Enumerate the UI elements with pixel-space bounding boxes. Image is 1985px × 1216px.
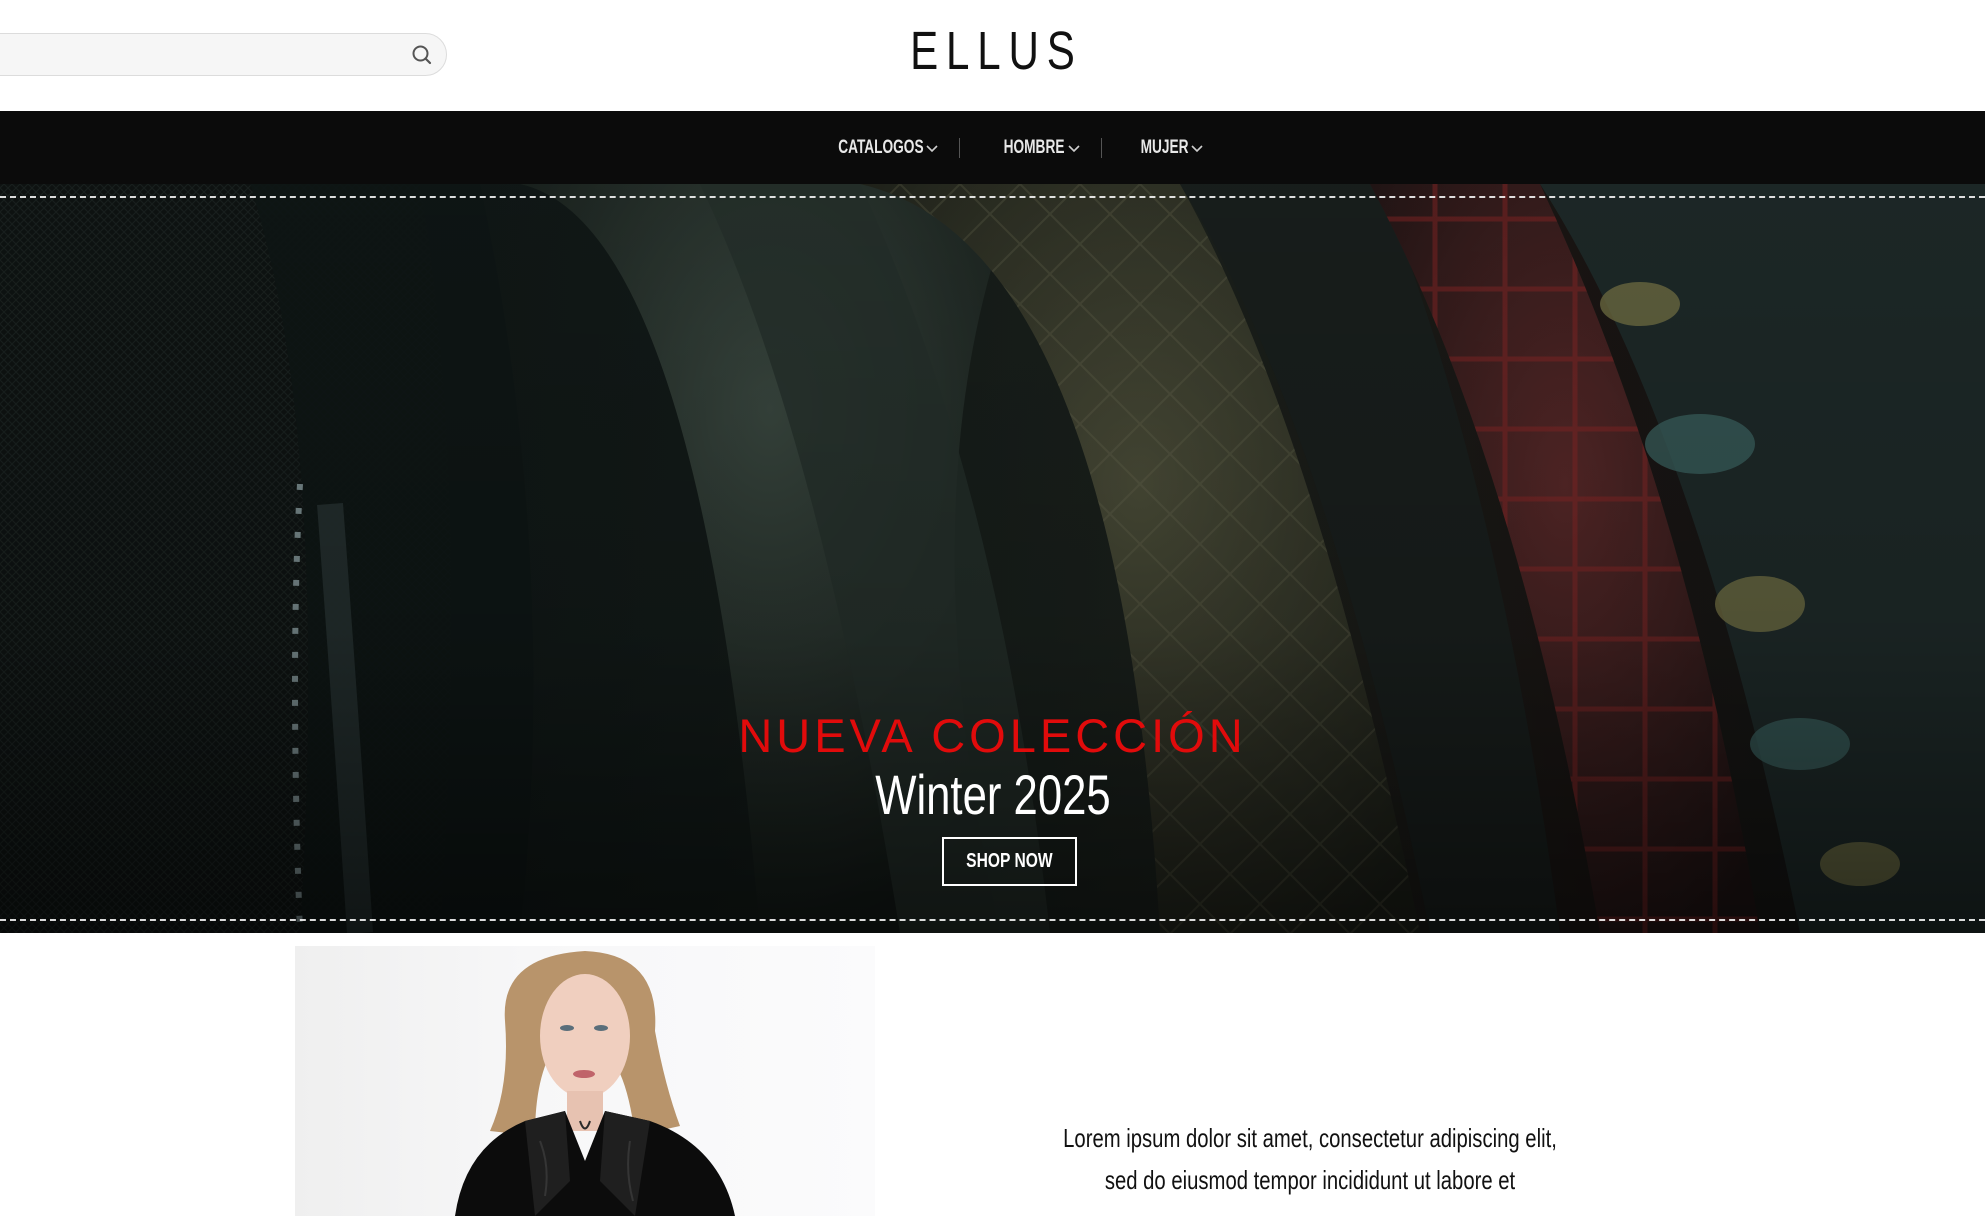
featured-section	[0, 933, 1985, 1216]
hero-kicker: NUEVA COLECCIÓN	[738, 709, 1247, 762]
nav-item-label: MUJER	[1140, 136, 1189, 158]
about-description: Lorem ipsum dolor sit amet, consectetur …	[1060, 1117, 1560, 1201]
nav-item-hombre[interactable]: HOMBRE	[970, 137, 1090, 159]
about-description-text: Lorem ipsum dolor sit amet, consectetur …	[1063, 1123, 1557, 1195]
nav-divider	[1100, 137, 1102, 158]
hero-dashed-border-bottom	[0, 919, 1985, 921]
hero-title: Winter 2025	[0, 762, 1985, 827]
shop-now-label: SHOP NOW	[966, 850, 1053, 872]
nav-divider	[959, 137, 961, 158]
shop-now-button[interactable]: SHOP NOW	[942, 837, 1077, 886]
chevron-down-icon	[1067, 141, 1081, 155]
site-header: ELLUS	[0, 0, 1985, 111]
nav-item-catalogos[interactable]: CATALOGOS	[795, 137, 950, 159]
model-illustration	[455, 951, 735, 1216]
chevron-down-icon	[1190, 141, 1204, 155]
chevron-down-icon	[925, 141, 939, 155]
main-navigation: CATALOGOS HOMBRE MUJER	[0, 111, 1985, 184]
hero-dashed-border-top	[0, 196, 1985, 198]
hero-title-text: Winter 2025	[874, 763, 1111, 826]
model-photo[interactable]	[295, 946, 875, 1216]
nav-item-label: CATALOGOS	[837, 136, 924, 158]
nav-list: CATALOGOS HOMBRE MUJER	[795, 137, 1215, 159]
hero-banner: NUEVA COLECCIÓN Winter 2025 SHOP NOW	[0, 184, 1985, 933]
nav-item-mujer[interactable]: MUJER	[1112, 137, 1215, 159]
site-logo[interactable]: ELLUS	[218, 20, 1766, 82]
nav-item-label: HOMBRE	[1003, 136, 1065, 158]
